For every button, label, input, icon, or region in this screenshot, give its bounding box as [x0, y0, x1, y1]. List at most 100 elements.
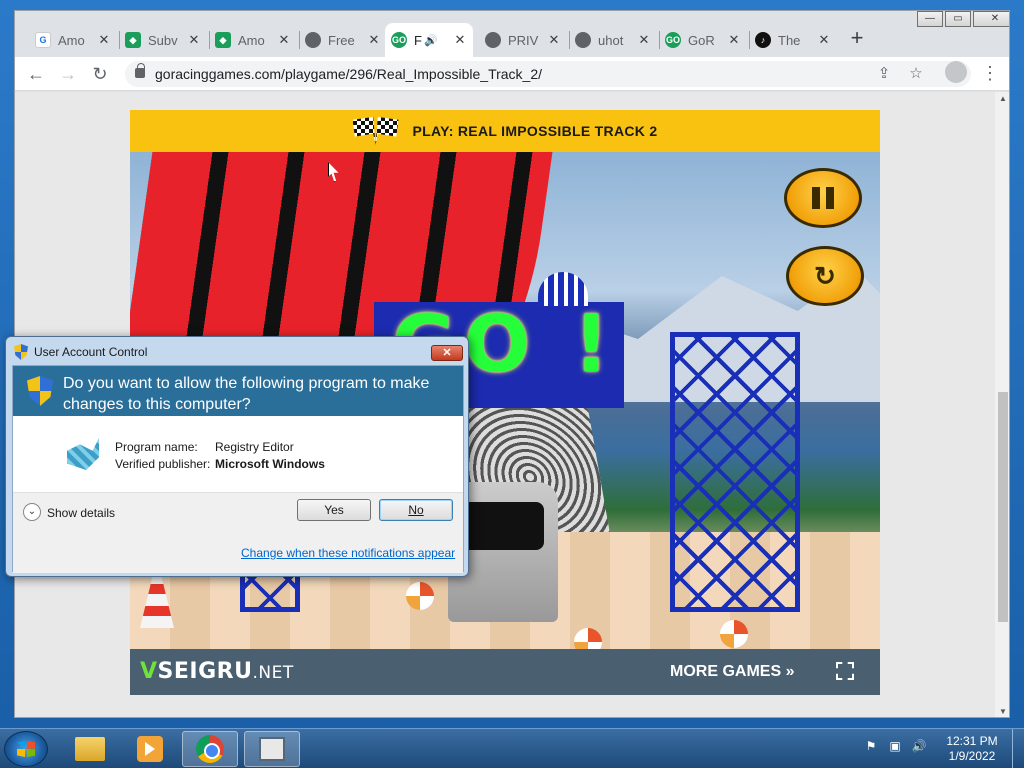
uac-footer: ⌄ Show details Yes No Change when these …: [13, 492, 463, 573]
brand-v: V: [140, 659, 158, 684]
globe-icon: [305, 32, 321, 48]
menu-kebab-icon[interactable]: ⋮: [981, 61, 999, 85]
url-text[interactable]: goracinggames.com/playgame/296/Real_Impo…: [155, 66, 542, 82]
vseigru-logo[interactable]: VSEIGRU.NET: [140, 659, 294, 684]
tab-close-icon[interactable]: ✕: [277, 32, 291, 48]
change-notifications-link[interactable]: Change when these notifications appear: [241, 546, 455, 560]
game-header: PLAY: REAL IMPOSSIBLE TRACK 2: [130, 110, 880, 152]
tab-4[interactable]: Free ✕: [299, 23, 387, 57]
chrome-icon: [196, 735, 224, 763]
network-icon[interactable]: ▣: [886, 737, 904, 755]
beach-ball: [574, 628, 602, 649]
tab-close-icon[interactable]: ✕: [637, 32, 651, 48]
tab-strip: G Amo ✕ ◆ Subv ✕ ◆ Amo ✕ Free ✕ GO F 🔊 ✕: [15, 11, 1009, 57]
clock[interactable]: 12:31 PM 1/9/2022: [940, 734, 1004, 764]
tab-8[interactable]: GO GoR ✕: [659, 23, 747, 57]
beach-ball: [720, 620, 748, 648]
uac-close-button[interactable]: ✕: [431, 345, 463, 361]
more-games-link[interactable]: MORE GAMES »: [670, 663, 794, 681]
reload-icon[interactable]: ↻: [87, 61, 113, 87]
clock-date: 1/9/2022: [948, 749, 996, 763]
go-favicon-icon: GO: [665, 32, 681, 48]
window-controls: — ▭ ✕: [915, 11, 1009, 29]
show-desktop-button[interactable]: [1012, 729, 1024, 768]
forward-arrow-icon[interactable]: →: [55, 61, 81, 87]
brand-name: SEIGRU: [157, 659, 253, 684]
minimize-button[interactable]: —: [917, 11, 943, 27]
start-button[interactable]: [4, 731, 48, 767]
taskbar: ⚑ ▣ 🔊 12:31 PM 1/9/2022: [0, 728, 1024, 768]
address-bar[interactable]: goracinggames.com/playgame/296/Real_Impo…: [125, 61, 971, 87]
vertical-scrollbar[interactable]: ▲ ▼: [995, 92, 1009, 717]
tab-title: PRIV: [508, 32, 539, 48]
scroll-thumb[interactable]: [998, 392, 1008, 622]
audio-playing-icon[interactable]: 🔊: [424, 34, 453, 47]
show-details-label[interactable]: Show details: [47, 506, 115, 520]
back-arrow-icon[interactable]: ←: [23, 61, 49, 87]
taskbar-chrome[interactable]: [182, 731, 238, 767]
game-title: PLAY: REAL IMPOSSIBLE TRACK 2: [412, 123, 658, 139]
gamepad-icon: ◆: [125, 32, 141, 48]
uac-question: Do you want to allow the following progr…: [63, 375, 430, 413]
tab-title: F: [414, 32, 422, 48]
tab-7[interactable]: uhot ✕: [569, 23, 657, 57]
gamepad-icon: ◆: [215, 32, 231, 48]
taskbar-explorer[interactable]: [62, 731, 118, 767]
fullscreen-icon[interactable]: [836, 662, 854, 680]
clock-time: 12:31 PM: [946, 734, 998, 748]
tab-close-icon[interactable]: ✕: [97, 32, 111, 48]
taskbar-registry-editor[interactable]: [244, 731, 300, 767]
tab-close-icon[interactable]: ✕: [727, 32, 741, 48]
tab-title: Subv: [148, 32, 178, 48]
taskbar-media-player[interactable]: [122, 731, 178, 767]
tab-title: The: [778, 32, 801, 48]
tiktok-icon: ♪: [755, 32, 771, 48]
uac-titlebar: User Account Control: [14, 344, 147, 360]
tab-close-icon[interactable]: ✕: [367, 32, 381, 48]
yes-button[interactable]: Yes: [297, 499, 371, 521]
pause-button[interactable]: [784, 168, 862, 228]
publisher-value: Microsoft Windows: [215, 457, 325, 471]
registry-editor-icon: [67, 438, 99, 470]
restart-button[interactable]: ↻: [786, 246, 864, 306]
tab-close-icon[interactable]: ✕: [817, 32, 831, 48]
share-icon[interactable]: ⇪: [875, 65, 893, 83]
registry-editor-icon: [259, 737, 285, 761]
tab-6[interactable]: PRIV ✕: [479, 23, 567, 57]
uac-shield-icon: [14, 344, 28, 360]
system-tray: ⚑ ▣ 🔊: [862, 737, 928, 755]
chevron-down-icon[interactable]: ⌄: [23, 503, 41, 521]
volume-icon[interactable]: 🔊: [910, 737, 928, 755]
tab-9[interactable]: ♪ The ✕: [749, 23, 837, 57]
brand-net: .NET: [252, 663, 294, 683]
tab-close-icon[interactable]: ✕: [453, 32, 467, 48]
tab-title: Amo: [238, 32, 265, 48]
uac-dialog: User Account Control ✕ Do you want to al…: [5, 336, 469, 577]
tab-close-icon[interactable]: ✕: [187, 32, 201, 48]
globe-icon: [575, 32, 591, 48]
scaffold-tower: [670, 332, 800, 612]
profile-avatar-icon[interactable]: [945, 61, 967, 83]
explorer-icon: [75, 737, 105, 761]
uac-banner: Do you want to allow the following progr…: [13, 366, 463, 416]
tab-3[interactable]: ◆ Amo ✕: [209, 23, 297, 57]
bookmark-star-icon[interactable]: ☆: [907, 65, 925, 83]
game-footer: VSEIGRU.NET MORE GAMES »: [130, 649, 880, 695]
action-center-flag-icon[interactable]: ⚑: [862, 737, 880, 755]
maximize-button[interactable]: ▭: [945, 11, 971, 27]
lock-icon[interactable]: [135, 63, 145, 78]
tab-2[interactable]: ◆ Subv ✕: [119, 23, 207, 57]
scroll-up-icon[interactable]: ▲: [995, 92, 1009, 106]
new-tab-button[interactable]: +: [843, 25, 871, 53]
scroll-down-icon[interactable]: ▼: [995, 705, 1009, 717]
no-button[interactable]: No: [379, 499, 453, 521]
tab-1[interactable]: G Amo ✕: [29, 23, 117, 57]
tab-active-game[interactable]: GO F 🔊 ✕: [385, 23, 473, 57]
program-name-label: Program name:: [115, 440, 198, 454]
uac-window-title: User Account Control: [34, 345, 148, 359]
checkered-flags-icon: [352, 117, 399, 145]
close-window-button[interactable]: ✕: [973, 11, 1009, 27]
tab-title: uhot: [598, 32, 624, 48]
tab-close-icon[interactable]: ✕: [547, 32, 561, 48]
restart-icon: ↻: [814, 260, 836, 291]
